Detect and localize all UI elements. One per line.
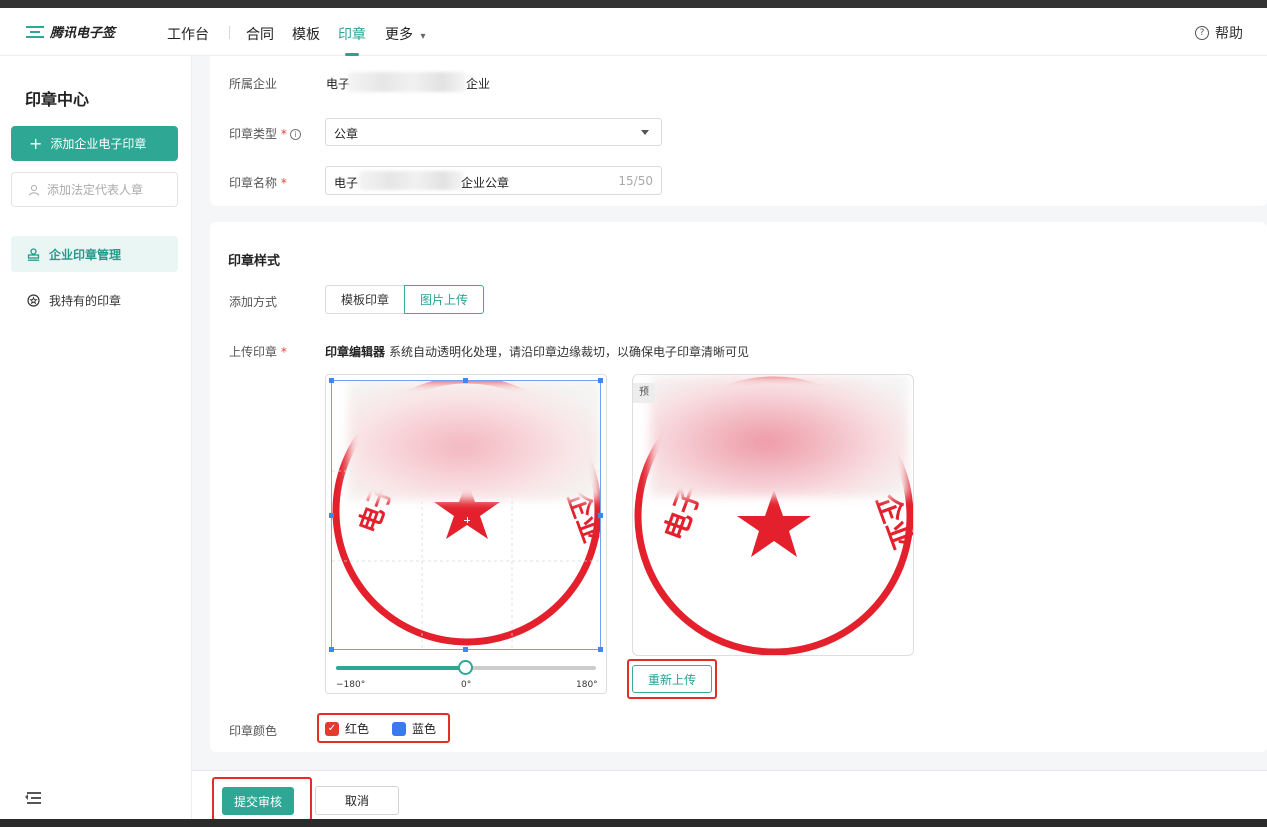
info-icon[interactable]: i — [289, 129, 301, 140]
char-counter: 15/50 — [618, 174, 653, 188]
highlight-box — [627, 659, 717, 699]
rotation-slider-knob[interactable] — [458, 660, 473, 675]
crop-handle[interactable] — [598, 647, 603, 652]
editor-hint: 印章编辑器 系统自动透明化处理，请沿印章边缘裁切，以确保电子印章清晰可见 — [325, 343, 749, 360]
nav-divider — [229, 26, 230, 39]
sidebar-item-company-seals[interactable]: 企业印章管理 — [11, 236, 178, 272]
required-mark: * — [280, 176, 287, 190]
plus-icon: + — [29, 133, 43, 153]
preview-tag: 预 — [633, 383, 655, 403]
seal-preview: 电子 企业 预 — [632, 374, 914, 656]
sidebar-item-label: 我持有的印章 — [49, 293, 122, 308]
nav-more[interactable]: 更多 ▾ — [385, 24, 425, 44]
company-label: 所属企业 — [229, 77, 278, 91]
rotation-slider-fill — [336, 666, 466, 670]
required-mark: * — [280, 127, 287, 141]
logo[interactable]: 腾讯电子签 — [26, 22, 115, 41]
caret-down-icon — [641, 130, 649, 135]
help-icon: ? — [1195, 26, 1209, 40]
redacted-text — [348, 72, 466, 92]
add-legal-rep-seal-button[interactable]: 添加法定代表人章 — [11, 172, 178, 207]
crop-handle[interactable] — [598, 513, 603, 518]
sidebar-item-my-seals[interactable]: 我持有的印章 — [11, 282, 178, 318]
highlight-box — [212, 777, 312, 819]
redacted-text — [359, 171, 464, 190]
editor-hint-text: 系统自动透明化处理，请沿印章边缘裁切，以确保电子印章清晰可见 — [389, 345, 750, 359]
company-value-suffix: 企业 — [466, 77, 491, 91]
sidebar: 印章中心 + 添加企业电子印章 添加法定代表人章 企业印章管理 我持有的印章 — [0, 56, 192, 819]
nav-contracts[interactable]: 合同 — [246, 24, 274, 44]
nav-seals[interactable]: 印章 — [338, 24, 366, 44]
upload-seal-label: 上传印章 * — [229, 343, 287, 360]
seal-name-input[interactable]: 电子 企业公章 15/50 — [325, 166, 662, 195]
rotation-min-label: −180° — [336, 680, 366, 690]
seal-type-value: 公章 — [334, 127, 359, 141]
seal-name-label-text: 印章名称 — [229, 176, 278, 190]
seal-type-select[interactable]: 公章 — [325, 118, 662, 146]
collapse-menu-icon[interactable] — [25, 791, 41, 805]
redacted-seal-text — [650, 375, 908, 497]
logo-icon — [26, 25, 44, 39]
crop-handle[interactable] — [329, 378, 334, 383]
sidebar-item-label: 企业印章管理 — [49, 247, 122, 262]
seal-color-label: 印章颜色 — [229, 724, 278, 738]
crop-handle[interactable] — [463, 378, 468, 383]
nav-more-label: 更多 — [385, 27, 413, 43]
highlight-box — [317, 713, 450, 743]
help-label: 帮助 — [1215, 26, 1243, 42]
upload-seal-label-text: 上传印章 — [229, 345, 278, 359]
add-method-label: 添加方式 — [229, 295, 278, 309]
seal-name-label: 印章名称 * — [229, 174, 287, 191]
rotation-mid-label: 0° — [461, 680, 472, 690]
window-bottom-edge — [0, 819, 1267, 827]
redacted-seal-text — [348, 381, 600, 500]
top-nav: 腾讯电子签 工作台 合同 模板 印章 更多 ▾ ? 帮助 — [0, 8, 1267, 56]
crop-handle[interactable] — [598, 378, 603, 383]
cancel-button[interactable]: 取消 — [315, 786, 399, 815]
add-company-seal-label: 添加企业电子印章 — [50, 137, 147, 151]
crop-handle[interactable] — [329, 647, 334, 652]
sidebar-title: 印章中心 — [25, 90, 90, 109]
nav-templates[interactable]: 模板 — [292, 24, 320, 44]
rotation-max-label: 180° — [576, 680, 598, 690]
help-link[interactable]: ? 帮助 — [1195, 23, 1243, 43]
add-company-seal-button[interactable]: + 添加企业电子印章 — [11, 126, 178, 161]
seal-editor: 电子 企业 −180° 0° 180° — [325, 374, 607, 694]
company-value-prefix: 电子 — [326, 77, 351, 91]
tab-image-upload[interactable]: 图片上传 — [404, 285, 485, 314]
seal-type-label-text: 印章类型 — [229, 127, 278, 141]
add-method-toggle: 模板印章 图片上传 — [325, 285, 485, 314]
user-icon — [29, 184, 39, 196]
section-title: 印章样式 — [228, 254, 281, 269]
seal-type-label: 印章类型 * i — [229, 125, 301, 142]
add-legal-rep-seal-label: 添加法定代表人章 — [47, 183, 144, 197]
tab-template-seal[interactable]: 模板印章 — [325, 285, 406, 314]
seal-name-suffix: 企业公章 — [461, 176, 510, 190]
logo-text: 腾讯电子签 — [50, 26, 116, 41]
caret-down-icon: ▾ — [420, 31, 426, 42]
badge-icon — [27, 293, 40, 307]
required-mark: * — [280, 345, 287, 359]
seal-name-prefix: 电子 — [334, 176, 359, 190]
app-window: 腾讯电子签 工作台 合同 模板 印章 更多 ▾ ? 帮助 印章中心 + 添加企业… — [0, 8, 1267, 819]
crop-handle[interactable] — [329, 513, 334, 518]
crop-handle[interactable] — [463, 647, 468, 652]
crop-area[interactable]: 电子 企业 — [331, 380, 601, 650]
editor-title: 印章编辑器 — [325, 345, 386, 359]
stamp-icon — [27, 247, 40, 261]
nav-workbench[interactable]: 工作台 — [167, 24, 209, 44]
